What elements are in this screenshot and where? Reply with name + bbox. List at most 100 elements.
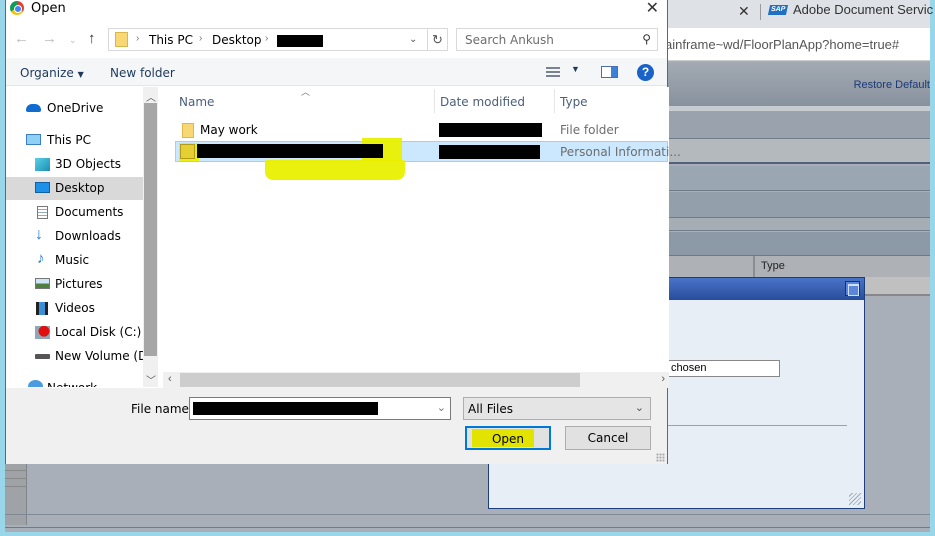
nav-item-network[interactable]: Network — [6, 377, 143, 387]
caret-down-icon[interactable]: ▼ — [571, 64, 580, 74]
browser-tab-title[interactable]: Adobe Document Servic — [793, 2, 933, 17]
file-type-select[interactable]: All Files ⌄ — [463, 397, 651, 420]
organize-menu[interactable]: Organize ▼ — [20, 66, 84, 80]
nav-item-3d-objects[interactable]: 3D Objects — [6, 153, 143, 176]
nav-item-label: This PC — [47, 133, 91, 147]
refresh-icon[interactable]: ↻ — [428, 28, 448, 51]
file-list-horizontal-scrollbar[interactable]: ‹ › — [163, 372, 669, 388]
popup-divider — [664, 425, 847, 426]
back-arrow-icon[interactable]: ← — [14, 30, 29, 47]
file-row[interactable]: May work File folder — [176, 120, 669, 141]
file-row-selected[interactable]: Personal Informati... — [175, 138, 681, 162]
forward-arrow-icon[interactable]: → — [42, 30, 57, 47]
nav-pane-scrollbar[interactable]: ︿ ﹀ — [143, 87, 158, 387]
recent-locations-chevron-icon[interactable]: ⌄ — [69, 35, 77, 46]
app-grid-fragment — [5, 463, 27, 525]
nav-item-documents[interactable]: Documents — [6, 201, 143, 224]
column-header-type[interactable]: Type — [761, 260, 785, 272]
file-list: ︿ Name Date modified Type May work File … — [175, 87, 681, 372]
file-name: May work — [200, 123, 258, 137]
nav-item-label: Desktop — [55, 181, 105, 195]
open-button[interactable]: Open — [465, 426, 551, 450]
documents-icon — [37, 206, 48, 219]
computer-icon — [26, 134, 41, 145]
network-icon — [28, 380, 43, 387]
caret-down-icon: ▼ — [77, 70, 84, 79]
scrollbar-thumb[interactable] — [180, 373, 580, 387]
file-type: File folder — [560, 123, 619, 137]
breadcrumb-chevron-icon[interactable]: › — [199, 33, 202, 44]
nav-item-downloads[interactable]: ↓ Downloads — [6, 225, 143, 248]
desktop-icon — [35, 182, 50, 193]
file-name-redacted — [197, 144, 383, 158]
column-separator[interactable] — [434, 89, 435, 113]
scrollbar-thumb[interactable] — [144, 103, 157, 356]
nav-item-onedrive[interactable]: OneDrive — [6, 97, 143, 120]
nav-item-label: OneDrive — [47, 101, 104, 115]
up-arrow-icon[interactable]: ↑ — [88, 30, 96, 47]
chevron-down-icon[interactable]: ⌄ — [437, 401, 446, 414]
breadcrumb-this-pc[interactable]: This PC — [149, 33, 193, 47]
nav-item-desktop[interactable]: Desktop — [6, 177, 143, 200]
view-options-icon[interactable] — [546, 67, 560, 77]
column-separator[interactable] — [554, 89, 555, 113]
breadcrumb-redacted-folder[interactable] — [277, 35, 323, 47]
file-name-input[interactable]: ⌄ — [189, 397, 451, 420]
popup-file-input[interactable]: chosen — [664, 360, 780, 377]
personal-information-exchange-icon — [180, 144, 195, 159]
tab-close-icon[interactable]: ✕ — [738, 3, 750, 20]
address-bar[interactable]: › This PC › Desktop › ⌄ — [108, 28, 428, 51]
chevron-down-icon[interactable]: ⌄ — [635, 401, 644, 414]
search-placeholder: Search Ankush — [465, 33, 554, 47]
cancel-button[interactable]: Cancel — [565, 426, 651, 450]
nav-item-label: Pictures — [55, 277, 103, 291]
resize-grip-icon[interactable] — [656, 453, 665, 462]
close-icon[interactable]: ✕ — [646, 0, 659, 18]
drive-icon — [35, 354, 50, 359]
chevron-down-icon[interactable]: ⌄ — [409, 34, 417, 45]
scroll-right-icon[interactable]: › — [661, 373, 665, 385]
app-footer-divider — [5, 514, 930, 515]
chrome-icon — [10, 1, 24, 15]
pictures-icon — [35, 278, 50, 289]
nav-item-pictures[interactable]: Pictures — [6, 273, 143, 296]
column-header-type[interactable]: Type — [560, 95, 588, 109]
search-icon[interactable]: ⚲ — [642, 32, 651, 46]
nav-item-new-volume-d[interactable]: New Volume (D:) — [6, 345, 156, 368]
browser-url[interactable]: ainframe~wd/FloorPlanApp?home=true# — [665, 37, 899, 52]
nav-item-music[interactable]: ♪ Music — [6, 249, 143, 272]
scroll-up-icon[interactable]: ︿ — [146, 89, 156, 104]
dialog-footer: File name: ⌄ All Files ⌄ Open Cancel — [6, 388, 667, 464]
dialog-titlebar: Open ✕ — [6, 0, 667, 18]
nav-item-videos[interactable]: Videos — [6, 297, 143, 320]
column-header-date-modified[interactable]: Date modified — [440, 95, 525, 109]
nav-item-this-pc[interactable]: This PC — [6, 129, 143, 152]
nav-item-label: Local Disk (C:) — [55, 325, 142, 339]
file-name-label: File name: — [131, 402, 193, 416]
help-icon[interactable]: ? — [637, 64, 654, 81]
music-icon: ♪ — [37, 250, 45, 267]
resize-grip-icon[interactable] — [849, 493, 861, 505]
maximize-icon[interactable] — [845, 281, 860, 296]
restore-default-link[interactable]: Restore Default — [854, 79, 930, 91]
app-footer-divider — [5, 527, 930, 528]
scroll-left-icon[interactable]: ‹ — [168, 373, 172, 385]
folder-icon — [115, 32, 128, 47]
nav-item-local-disk-c[interactable]: Local Disk (C:) — [6, 321, 143, 344]
nav-item-label: New Volume (D:) — [55, 349, 157, 363]
column-separator — [753, 256, 755, 278]
open-button-label: Open — [491, 432, 525, 446]
dialog-title: Open — [31, 1, 66, 16]
preview-pane-icon[interactable] — [601, 66, 618, 78]
date-modified-redacted — [439, 123, 542, 137]
date-modified-redacted — [439, 145, 540, 159]
nav-item-label: 3D Objects — [55, 157, 122, 171]
organize-label: Organize — [20, 66, 74, 80]
breadcrumb-chevron-icon[interactable]: › — [265, 33, 268, 44]
search-input[interactable]: Search Ankush ⚲ — [456, 28, 658, 51]
scroll-down-icon[interactable]: ﹀ — [146, 372, 156, 387]
breadcrumb-desktop[interactable]: Desktop — [212, 33, 262, 47]
column-header-name[interactable]: Name — [179, 95, 214, 109]
breadcrumb-chevron-icon[interactable]: › — [136, 33, 139, 44]
new-folder-button[interactable]: New folder — [110, 66, 175, 80]
